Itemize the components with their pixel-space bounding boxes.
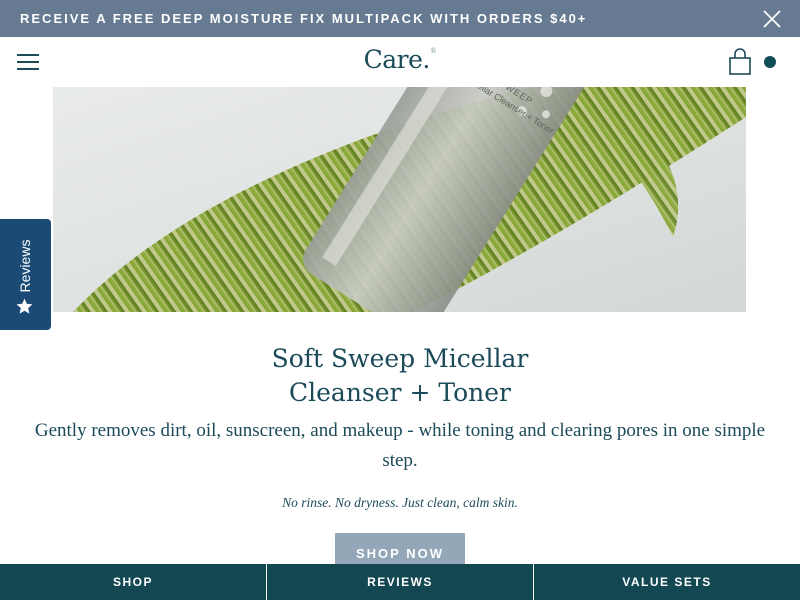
product-title-line2: Cleanser + Toner bbox=[289, 378, 511, 407]
logo-text: Care. bbox=[363, 45, 431, 74]
announcement-text: RECEIVE A FREE DEEP MOISTURE FIX MULTIPA… bbox=[20, 11, 588, 26]
site-header: Care.® bbox=[0, 37, 800, 87]
product-title: Soft Sweep Micellar Cleanser + Toner bbox=[0, 342, 800, 410]
star-icon bbox=[16, 298, 33, 314]
page: RECEIVE A FREE DEEP MOISTURE FIX MULTIPA… bbox=[0, 0, 800, 600]
logo-mark: ® bbox=[429, 47, 437, 55]
close-icon[interactable] bbox=[762, 9, 782, 29]
bottom-nav-shop[interactable]: SHOP bbox=[0, 564, 266, 600]
brand-logo[interactable]: Care.® bbox=[0, 45, 800, 74]
bottom-nav: SHOP REVIEWS VALUE SETS bbox=[0, 564, 800, 600]
bottom-nav-value-sets[interactable]: VALUE SETS bbox=[533, 564, 800, 600]
hero-illustration: SOFT SWEEP Micellar Cleanser + Toner bbox=[53, 87, 746, 312]
bottom-nav-reviews[interactable]: REVIEWS bbox=[266, 564, 533, 600]
reviews-tab-label: Reviews bbox=[17, 239, 33, 293]
hero-image: SOFT SWEEP Micellar Cleanser + Toner bbox=[53, 87, 746, 312]
shopping-bag-icon[interactable] bbox=[728, 48, 752, 76]
product-tagline: No rinse. No dryness. Just clean, calm s… bbox=[282, 495, 518, 510]
cart-count-dot[interactable] bbox=[764, 56, 776, 68]
product-title-line1: Soft Sweep Micellar bbox=[271, 344, 529, 373]
product-description: Gently removes dirt, oil, sunscreen, and… bbox=[34, 420, 766, 471]
announcement-bar: RECEIVE A FREE DEEP MOISTURE FIX MULTIPA… bbox=[0, 0, 800, 37]
